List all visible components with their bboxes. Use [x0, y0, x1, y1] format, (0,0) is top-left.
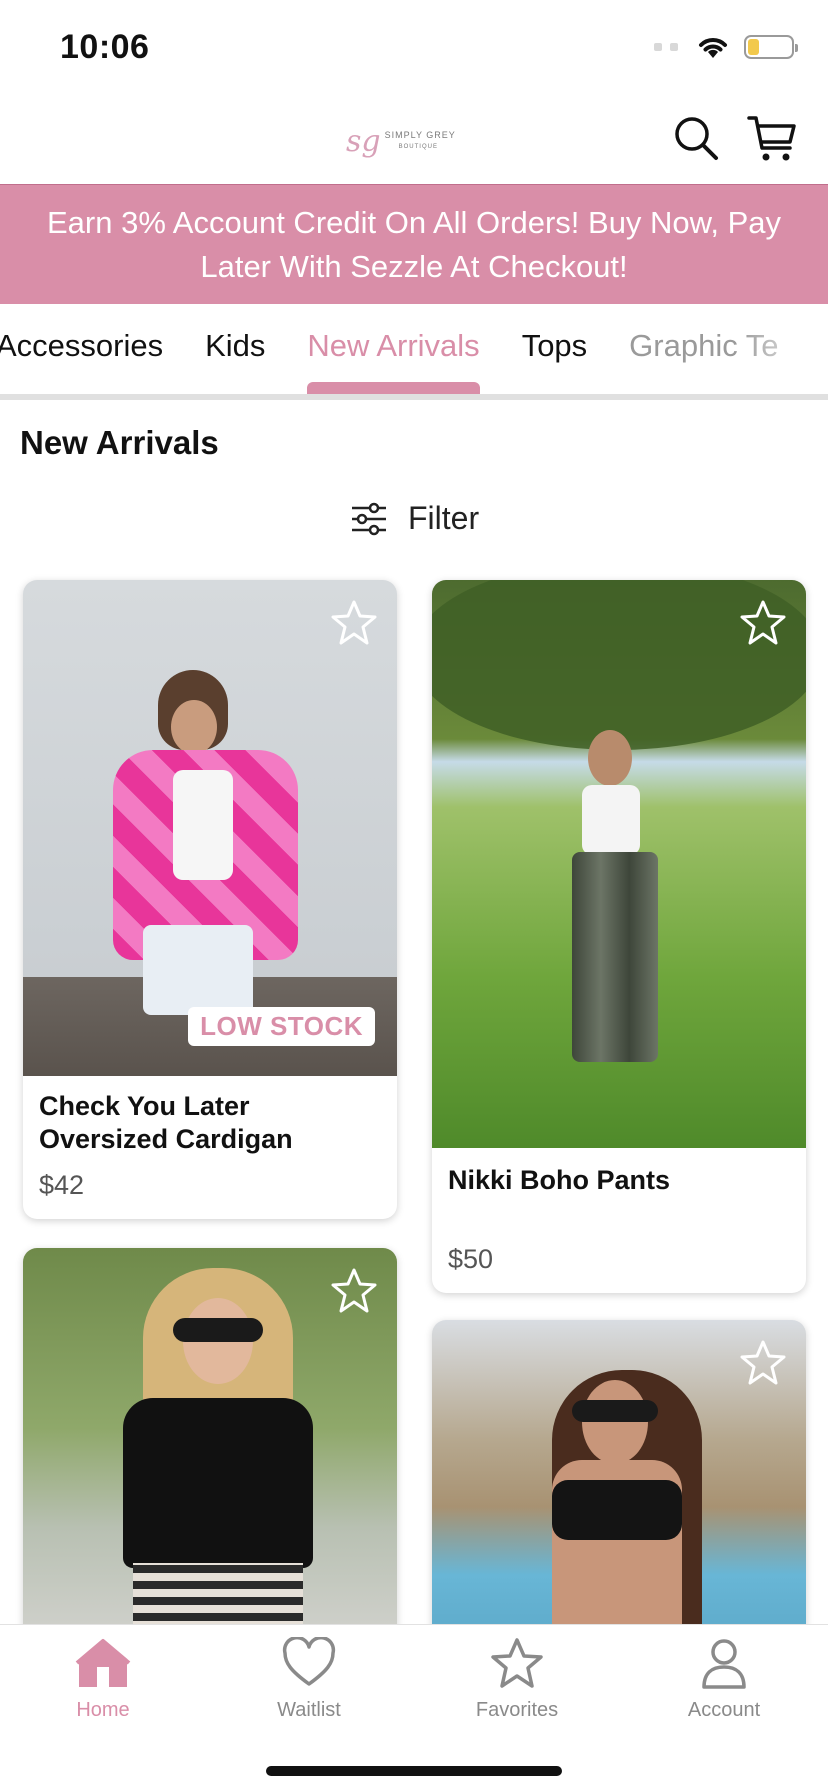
nav-label: Account [687, 1699, 761, 1721]
favorite-star-icon[interactable] [329, 1266, 379, 1316]
nav-waitlist[interactable]: Waitlist [229, 1637, 389, 1722]
product-card[interactable] [23, 1248, 397, 1648]
model-face [582, 1380, 648, 1464]
page-title: New Arrivals [20, 424, 219, 461]
sunglasses [572, 1400, 658, 1422]
nav-home[interactable]: Home [23, 1637, 183, 1722]
tab-tops[interactable]: Tops [522, 328, 587, 394]
product-image[interactable]: LOW STOCK [23, 580, 397, 1076]
nav-favorites[interactable]: Favorites [437, 1637, 597, 1722]
product-price: $42 [39, 1170, 85, 1200]
logo-subtitle: BOUTIQUE [398, 144, 438, 150]
pants-shape [572, 852, 658, 1062]
favorite-star-icon[interactable] [738, 1338, 788, 1388]
category-tabs: Accessories Kids New Arrivals Tops Graph… [0, 304, 828, 400]
product-image[interactable] [432, 1320, 806, 1660]
battery-level [748, 39, 759, 55]
logo-text: SIMPLY GREY BOUTIQUE [385, 130, 456, 152]
logo-mark: sg [346, 123, 381, 159]
product-card[interactable]: LOW STOCK Check You Later Oversized Card… [23, 580, 397, 1219]
top-shape [173, 770, 233, 880]
sunglasses [173, 1318, 263, 1342]
cart-icon[interactable] [746, 112, 798, 164]
nav-label: Waitlist [277, 1699, 341, 1721]
favorite-star-icon[interactable] [329, 598, 379, 648]
filter-button[interactable]: Filter [350, 500, 479, 537]
battery-icon [744, 35, 798, 59]
tab-new-arrivals[interactable]: New Arrivals [307, 328, 480, 394]
nav-label: Favorites [475, 1699, 559, 1721]
product-image[interactable] [432, 580, 806, 1148]
promo-text: Earn 3% Account Credit On All Orders! Bu… [47, 204, 781, 284]
top-shape [582, 785, 640, 855]
product-name: Check You Later Oversized Cardigan [39, 1091, 293, 1154]
nav-account[interactable]: Account [644, 1637, 804, 1722]
app-header: sg SIMPLY GREY BOUTIQUE [0, 96, 828, 184]
swim-top [552, 1480, 682, 1540]
product-name: Nikki Boho Pants [448, 1165, 671, 1195]
product-image[interactable] [23, 1248, 397, 1648]
person-icon [702, 1639, 746, 1689]
filter-label: Filter [408, 500, 480, 536]
star-icon [491, 1638, 543, 1688]
product-price: $50 [448, 1244, 494, 1274]
search-icon[interactable] [672, 114, 720, 162]
product-card[interactable] [432, 1320, 806, 1660]
tab-accessories[interactable]: Accessories [0, 328, 163, 394]
shorts-shape [143, 925, 253, 1015]
tee-shape [123, 1398, 313, 1568]
home-indicator [266, 1766, 562, 1776]
filter-sliders-icon [352, 502, 386, 535]
tabs-fade-overlay [738, 304, 828, 394]
status-bar: 10:06 [0, 0, 828, 96]
product-card[interactable]: Nikki Boho Pants $50 [432, 580, 806, 1293]
model-head [588, 730, 632, 786]
favorite-star-icon[interactable] [738, 598, 788, 648]
brand-logo[interactable]: sg SIMPLY GREY BOUTIQUE [346, 118, 486, 164]
wifi-icon [699, 38, 727, 58]
tab-kids[interactable]: Kids [205, 328, 265, 394]
status-icons [654, 34, 798, 60]
logo-title: SIMPLY GREY [384, 130, 456, 140]
low-stock-badge: LOW STOCK [188, 1007, 375, 1046]
product-info: Nikki Boho Pants $50 [432, 1148, 806, 1293]
home-icon [75, 1639, 131, 1687]
status-time: 10:06 [60, 28, 150, 66]
cellular-signal-icon [654, 43, 678, 51]
heart-icon [282, 1637, 336, 1686]
nav-label: Home [76, 1699, 130, 1721]
promo-banner[interactable]: Earn 3% Account Credit On All Orders! Bu… [0, 184, 828, 304]
tabs-track: Accessories Kids New Arrivals Tops Graph… [0, 328, 821, 394]
product-info: Check You Later Oversized Cardigan $42 [23, 1076, 397, 1219]
model-face [171, 700, 217, 754]
